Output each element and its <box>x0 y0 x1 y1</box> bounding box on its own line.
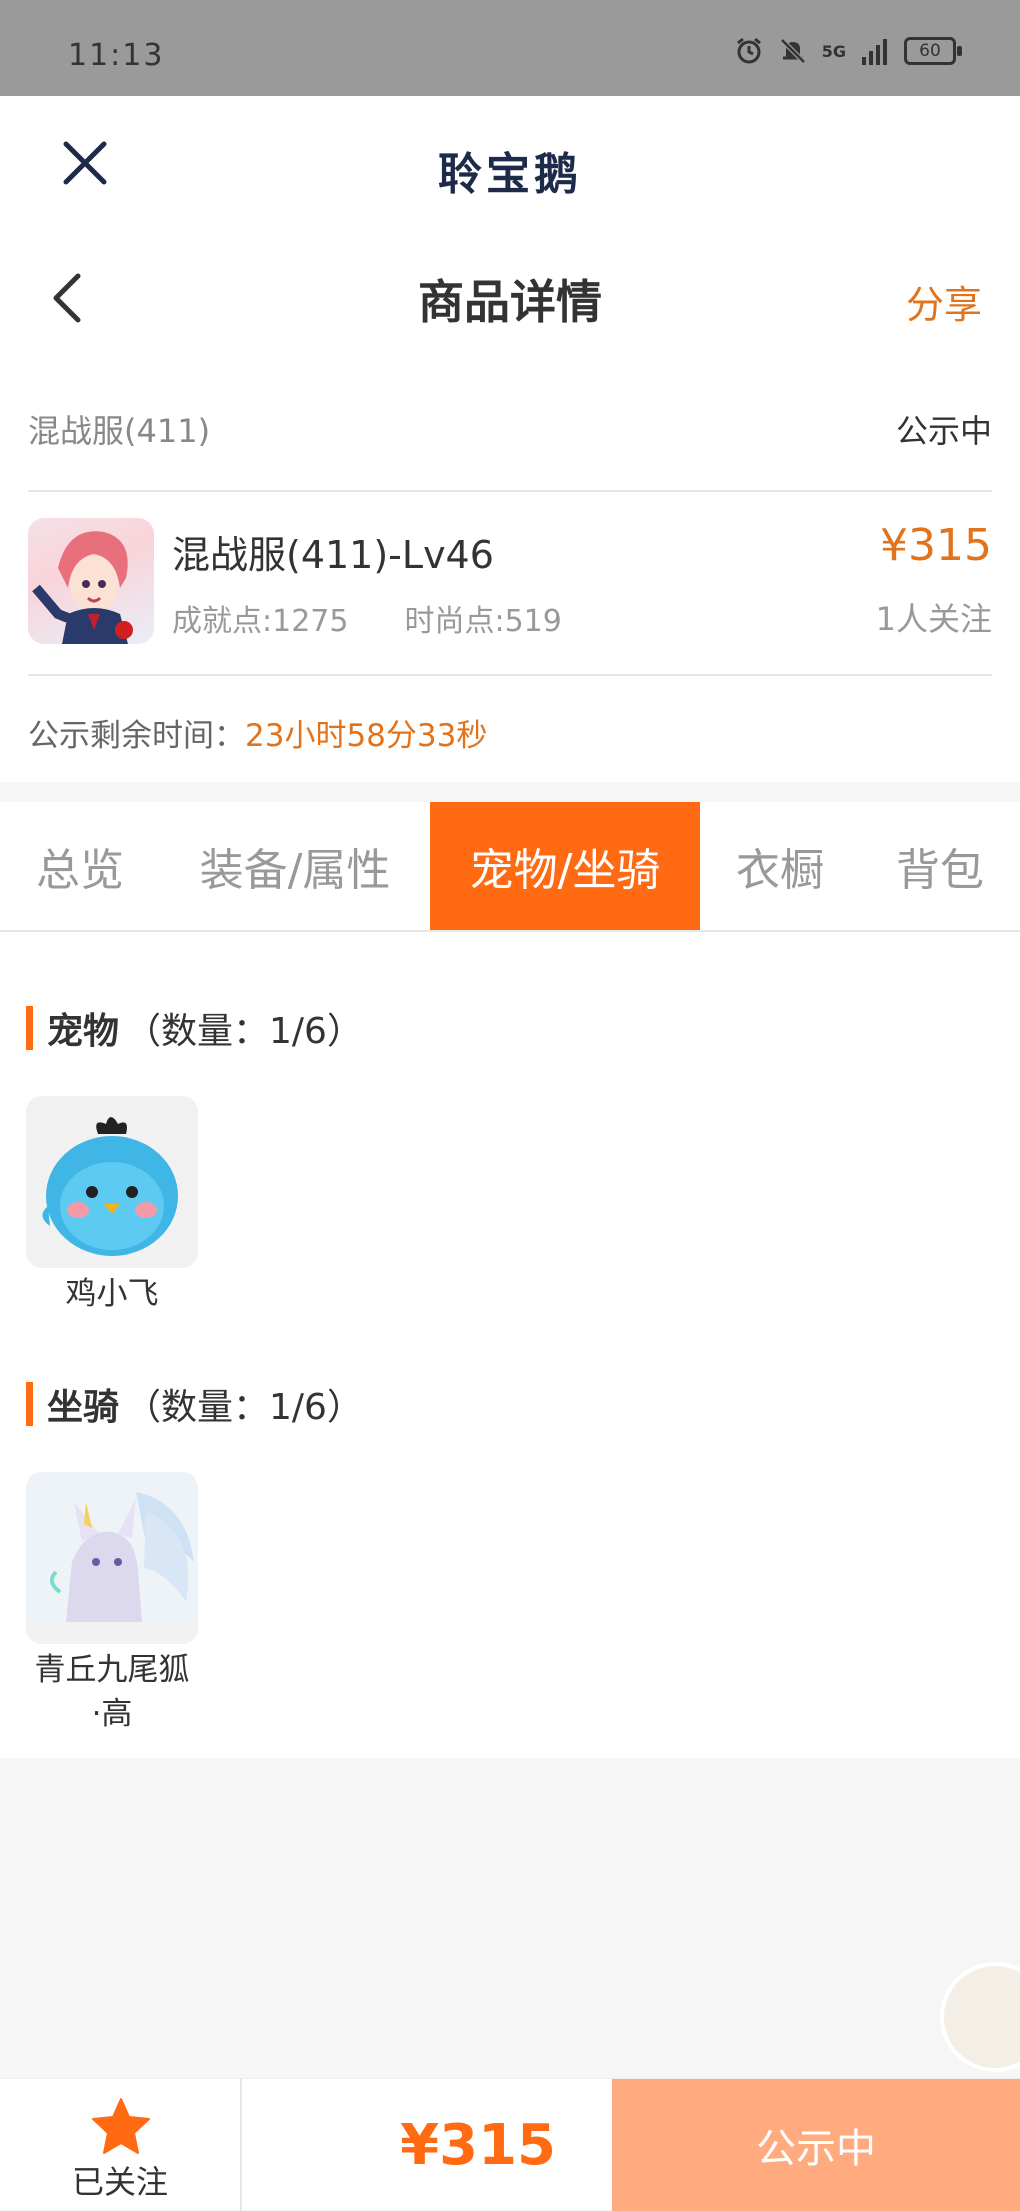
product-row[interactable]: 混战服(411)-Lv46 成就点:1275 时尚点:519 ¥315 1人关注 <box>28 518 992 658</box>
pet-card[interactable]: 鸡小飞 <box>26 1096 198 1316</box>
character-avatar <box>28 518 154 644</box>
bottom-action-bar: 已关注 ¥315 公示中 <box>0 2078 1020 2211</box>
pets-count: （数量：1/6） <box>125 1011 363 1052</box>
status-time: 11:13 <box>68 38 165 73</box>
pets-heading: 宠物 <box>47 1011 120 1052</box>
mounts-section-title: 坐骑 （数量：1/6） <box>26 1382 363 1428</box>
pets-mounts-panel: 宠物 （数量：1/6） 鸡小飞 坐骑 （数量：1/6） 青丘九尾狐 ·高 <box>0 932 1020 1758</box>
countdown-row: 公示剩余时间：23小时58分33秒 <box>28 710 487 755</box>
nine-tail-fox-mount-image <box>26 1472 198 1644</box>
publicity-status-button[interactable]: 公示中 <box>612 2079 1020 2211</box>
tab-pets-mounts[interactable]: 宠物/坐骑 <box>430 802 700 930</box>
follow-label: 已关注 <box>71 2163 168 2201</box>
countdown-value: 23小时58分33秒 <box>245 718 488 754</box>
app-title: 聆宝鹅 <box>438 149 582 200</box>
blue-bird-pet-image <box>42 1117 178 1256</box>
status-bar: 11:13 5G 60 <box>0 0 1020 96</box>
follower-count: 1人关注 <box>875 600 992 638</box>
product-price: ¥315 <box>880 520 992 571</box>
product-name: 混战服(411)-Lv46 <box>172 533 494 577</box>
pet-name: 鸡小飞 <box>65 1276 159 1312</box>
mount-image <box>26 1472 198 1644</box>
divider <box>28 674 992 676</box>
nav-bar: 商品详情 分享 <box>0 236 1020 358</box>
battery-level: 60 <box>919 41 941 61</box>
server-row: 混战服(411) 公示中 <box>28 406 992 450</box>
tab-bag[interactable]: 背包 <box>870 802 1010 930</box>
tab-overview[interactable]: 总览 <box>0 802 160 930</box>
tab-wardrobe[interactable]: 衣橱 <box>710 802 850 930</box>
listing-info: 混战服(411) 公示中 混战服(411)-Lv46 成就点:1275 时尚点:… <box>0 358 1020 782</box>
battery-icon: 60 <box>904 37 962 65</box>
star-icon <box>92 2098 150 2154</box>
achievement-points: 成就点:1275 <box>172 604 349 639</box>
alarm-icon <box>736 37 761 64</box>
pet-image <box>26 1096 198 1268</box>
tab-label: 装备/属性 <box>199 845 391 896</box>
divider <box>28 490 992 492</box>
bottom-price: ¥315 <box>400 2112 556 2178</box>
status-badge: 公示中 <box>895 412 992 450</box>
floating-assistant-button[interactable] <box>940 1962 1020 2072</box>
countdown-label: 公示剩余时间： <box>28 718 245 754</box>
character-image <box>32 531 133 644</box>
share-button[interactable]: 分享 <box>906 274 982 329</box>
tab-label: 总览 <box>36 845 124 896</box>
tab-bar: 总览 装备/属性 宠物/坐骑 衣橱 背包 <box>0 802 1020 932</box>
page-title: 商品详情 <box>418 275 602 329</box>
product-stats: 成就点:1275 时尚点:519 <box>172 596 562 640</box>
pets-section-title: 宠物 （数量：1/6） <box>26 1006 363 1052</box>
server-name: 混战服(411) <box>28 412 211 450</box>
tab-label: 衣橱 <box>736 845 824 896</box>
signal-icon <box>862 39 887 65</box>
follow-button[interactable]: 已关注 <box>0 2079 242 2211</box>
mute-bell-icon <box>779 38 806 64</box>
tab-equipment[interactable]: 装备/属性 <box>170 802 420 930</box>
section-accent-bar <box>26 1382 33 1426</box>
tab-label: 背包 <box>896 845 984 896</box>
tab-label: 宠物/坐骑 <box>469 845 661 896</box>
mounts-heading: 坐骑 <box>47 1387 120 1428</box>
section-accent-bar <box>26 1006 33 1050</box>
app-header: 聆宝鹅 <box>0 96 1020 236</box>
mount-card[interactable]: 青丘九尾狐 ·高 <box>26 1472 198 1736</box>
status-icons: 5G 60 <box>734 36 962 66</box>
signal-label: 5G <box>821 41 846 61</box>
mount-name: 青丘九尾狐 ·高 <box>34 1652 190 1732</box>
fashion-points: 时尚点:519 <box>404 604 562 639</box>
mounts-count: （数量：1/6） <box>125 1387 363 1428</box>
